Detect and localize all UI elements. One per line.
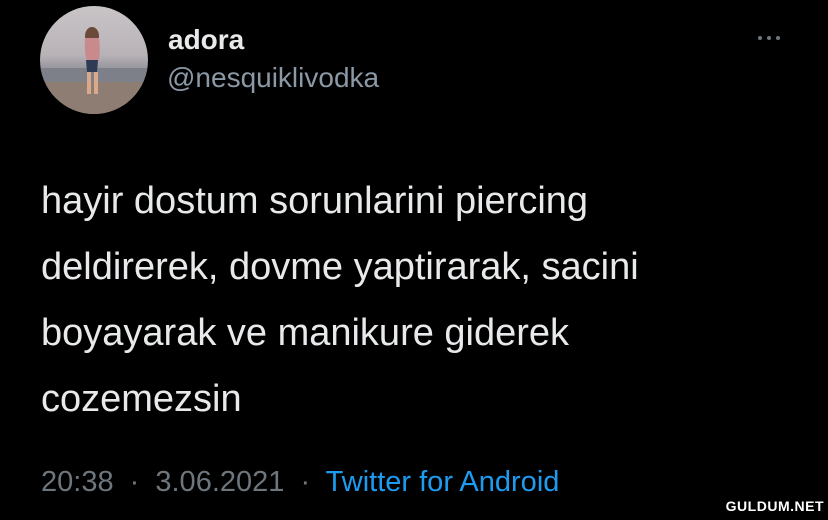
tweet-text: hayir dostum sorunlarini piercing deldir…: [41, 168, 781, 432]
display-name[interactable]: adora: [168, 24, 244, 56]
more-horizontal-icon: [758, 36, 762, 40]
more-options-button[interactable]: [752, 26, 786, 50]
watermark: GULDUM.NET: [725, 498, 824, 514]
more-horizontal-icon-dot: [776, 36, 780, 40]
tweet-source-link[interactable]: Twitter for Android: [326, 466, 560, 498]
meta-separator: ·: [300, 466, 311, 498]
meta-separator: ·: [129, 466, 140, 498]
user-handle[interactable]: @nesquiklivodka: [167, 62, 379, 94]
tweet-text-line: boyayarak ve manikure giderek: [41, 312, 570, 354]
tweet-text-line: hayir dostum sorunlarini piercing: [41, 180, 589, 222]
avatar-image: [40, 27, 148, 114]
tweet-text-line: deldirerek, dovme yaptirarak, sacini: [41, 246, 639, 288]
tweet-time[interactable]: 20:38: [41, 466, 114, 498]
tweet-date[interactable]: 3.06.2021: [155, 466, 284, 498]
avatar[interactable]: [40, 6, 148, 114]
more-horizontal-icon-dot: [767, 36, 771, 40]
tweet-text-line: cozemezsin: [41, 378, 242, 420]
tweet-meta: 20:38 · 3.06.2021 · Twitter for Android: [41, 466, 559, 499]
